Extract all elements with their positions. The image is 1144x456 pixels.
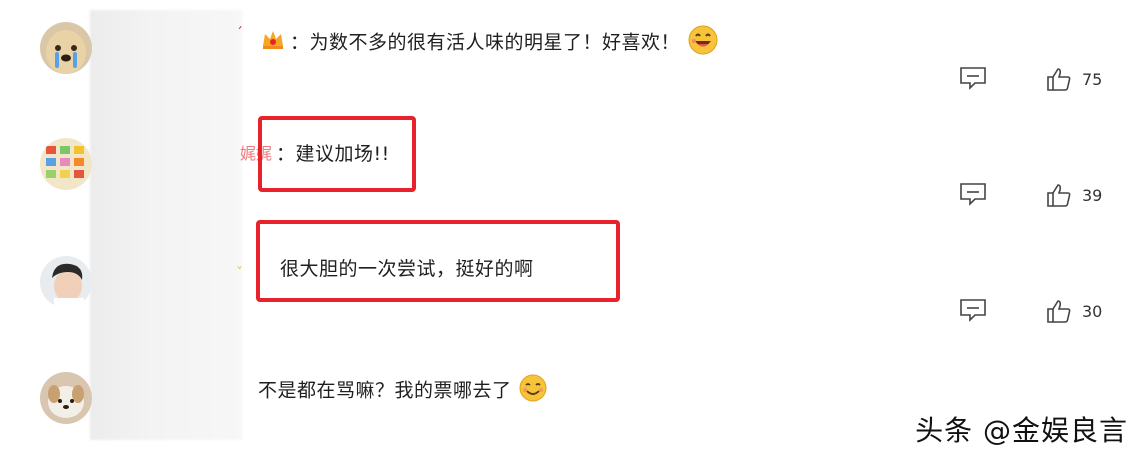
comment-icon (960, 299, 986, 322)
crown-badge-icon (260, 26, 286, 56)
comment-text: 为数不多的很有活人味的明星了！好喜欢！ (309, 31, 681, 54)
like-button[interactable]: 75 (1046, 66, 1102, 92)
avatar[interactable] (40, 22, 92, 74)
like-count: 39 (1082, 185, 1103, 205)
comment-icon (960, 67, 986, 90)
comment-text: 很大胆的一次尝试，挺好的啊 (280, 258, 534, 280)
comment-body: ：为数不多的很有活人味的明星了！好喜欢！ (290, 24, 719, 62)
thumbs-up-icon (1047, 184, 1071, 207)
like-button[interactable]: 39 (1046, 182, 1102, 208)
name-fragment: ˊ (236, 26, 243, 42)
smile-emoji-icon (518, 373, 548, 409)
thumbs-up-icon (1047, 68, 1071, 91)
avatar[interactable] (40, 138, 92, 190)
blurred-usernames (90, 10, 242, 440)
comment-icon (960, 183, 986, 206)
reply-button[interactable] (959, 182, 987, 210)
separator: ： (276, 143, 296, 165)
grinning-emoji-icon (687, 24, 719, 62)
avatar[interactable] (40, 372, 92, 424)
reply-button[interactable] (959, 66, 987, 94)
separator: ： (290, 31, 310, 54)
thumbs-up-icon (1047, 300, 1071, 323)
like-count: 75 (1082, 69, 1103, 89)
watermark: 头条 @金娱良言 (915, 414, 1128, 447)
name-fragment: ˇ (236, 266, 243, 282)
reply-button[interactable] (959, 298, 987, 326)
comment-text: 建议加场!! (295, 143, 390, 165)
comment-body: 很大胆的一次尝试，挺好的啊 (280, 257, 534, 281)
like-count: 30 (1082, 301, 1103, 321)
avatar[interactable] (40, 256, 92, 308)
comment-body: 不是都在骂嘛？我的票哪去了 (258, 373, 548, 409)
comment-text: 不是都在骂嘛？我的票哪去了 (258, 379, 512, 402)
comment-body: ：建议加场!! (276, 142, 390, 166)
like-button[interactable]: 30 (1046, 298, 1102, 324)
